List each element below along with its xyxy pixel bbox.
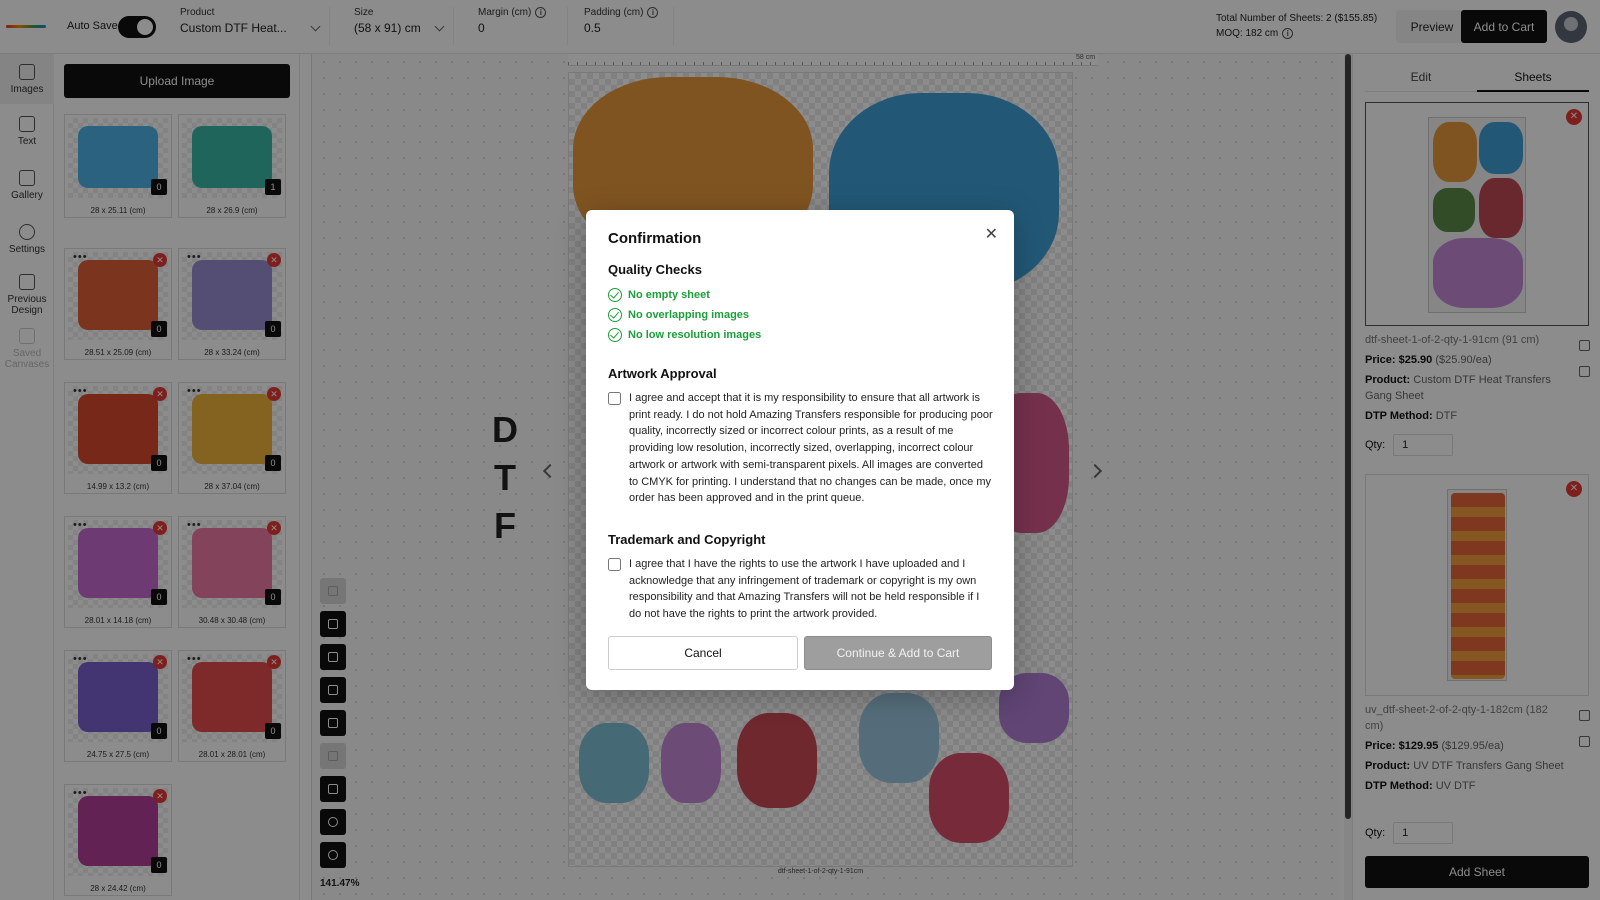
check-circle-icon [608,308,622,322]
check-circle-icon [608,328,622,342]
artwork-approval-checkbox[interactable] [608,392,621,405]
cancel-button[interactable]: Cancel [608,636,798,670]
check-item: No empty sheet [608,288,710,302]
artwork-approval-title: Artwork Approval [608,366,717,381]
trademark-row: I agree that I have the rights to use th… [608,556,994,623]
check-item: No overlapping images [608,308,749,322]
check-text: No low resolution images [628,329,762,341]
quality-checks-title: Quality Checks [608,262,702,277]
check-text: No empty sheet [628,289,710,301]
check-item: No low resolution images [608,328,761,342]
check-circle-icon [608,288,622,302]
trademark-title: Trademark and Copyright [608,532,766,547]
close-icon[interactable]: ✕ [985,224,998,244]
artwork-approval-text: I agree and accept that it is my respons… [629,392,993,505]
continue-add-to-cart-button[interactable]: Continue & Add to Cart [804,636,992,670]
trademark-checkbox[interactable] [608,558,621,571]
trademark-text: I agree that I have the rights to use th… [629,558,980,621]
dialog-title: Confirmation [608,230,702,247]
confirmation-dialog: Confirmation ✕ Quality Checks No empty s… [586,210,1014,690]
artwork-approval-row: I agree and accept that it is my respons… [608,390,994,507]
check-text: No overlapping images [628,309,750,321]
